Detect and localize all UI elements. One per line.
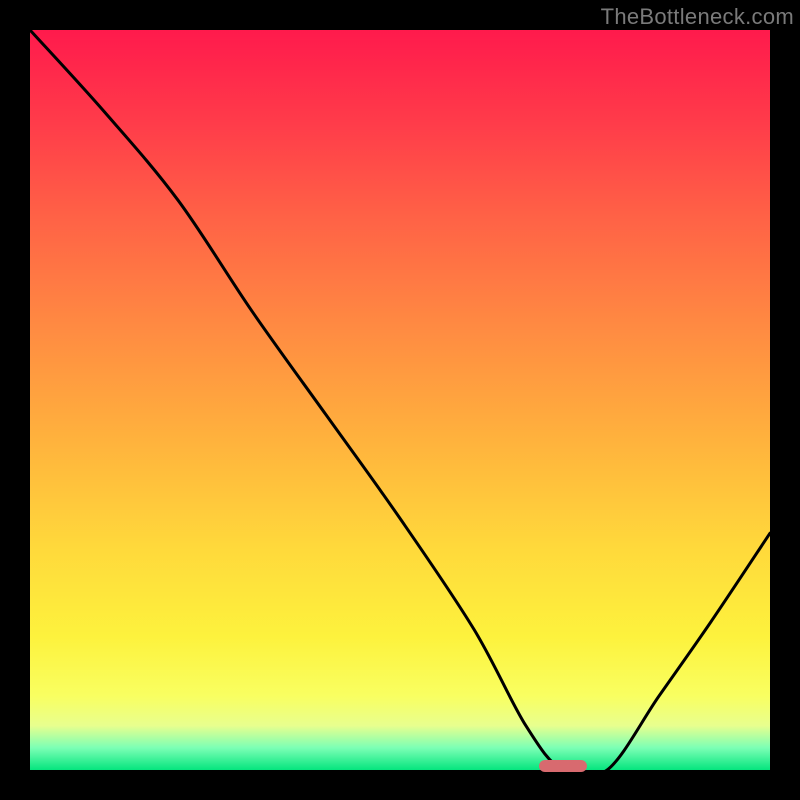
curve-path bbox=[30, 30, 770, 777]
chart-frame: TheBottleneck.com bbox=[0, 0, 800, 800]
watermark-text: TheBottleneck.com bbox=[601, 4, 794, 30]
optimal-range-marker bbox=[539, 760, 587, 772]
bottleneck-curve bbox=[30, 30, 770, 770]
plot-area bbox=[30, 30, 770, 770]
